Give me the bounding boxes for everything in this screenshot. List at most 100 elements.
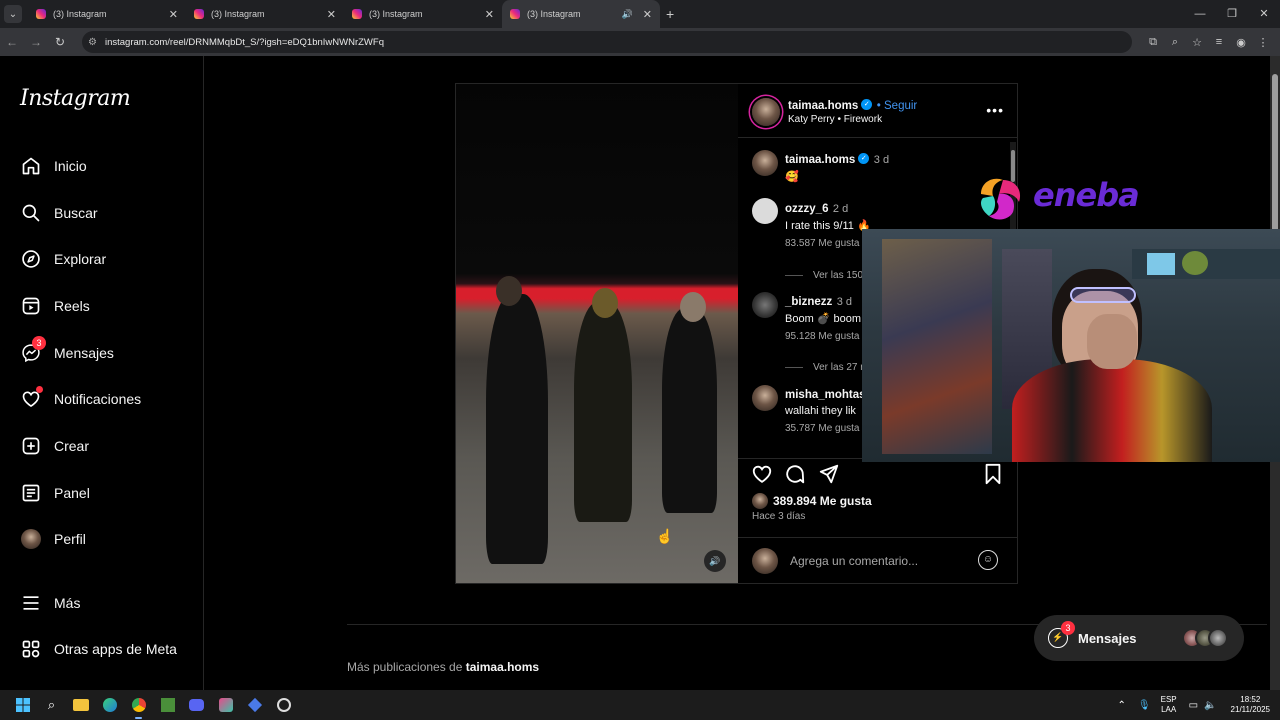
- comment-input[interactable]: Agrega un comentario...: [790, 554, 918, 568]
- close-tab-icon[interactable]: ✕: [169, 8, 178, 21]
- sidebar-item-label: Mensajes: [54, 345, 114, 361]
- volume-icon[interactable]: 🔊: [704, 550, 726, 572]
- close-tab-icon[interactable]: ✕: [643, 8, 652, 21]
- zoom-icon[interactable]: ⌕: [1164, 36, 1186, 49]
- more-posts-prefix: Más publicaciones de: [347, 660, 466, 674]
- start-windows-icon[interactable]: [8, 690, 37, 720]
- audio-track[interactable]: Katy Perry • Firework: [788, 114, 882, 125]
- caption-username[interactable]: taimaa.homs: [785, 154, 855, 166]
- view-replies[interactable]: Ver las 27 r: [785, 362, 864, 373]
- url-field[interactable]: ⚙ instagram.com/reel/DRNMMqbDt_S/?igsh=e…: [82, 31, 1132, 53]
- post-actions: 389.894 Me gusta Hace 3 días Agrega un c…: [738, 458, 1018, 582]
- sidebar-item-reels[interactable]: Reels: [20, 291, 90, 321]
- microphone-icon[interactable]: 🎙: [1138, 700, 1151, 711]
- language-indicator[interactable]: ESP LAA: [1161, 695, 1177, 715]
- profile-icon[interactable]: ◉: [1230, 36, 1252, 49]
- add-comment-bar: Agrega un comentario... ☺: [738, 537, 1018, 583]
- messages-floating-button[interactable]: ⚡ 3 Mensajes: [1034, 615, 1244, 661]
- comment-likes[interactable]: 95.128 Me gusta: [785, 331, 861, 342]
- sidebar-item-mensajes[interactable]: 3 Mensajes: [20, 336, 114, 368]
- more-options-icon[interactable]: •••: [986, 102, 1004, 118]
- search-icon[interactable]: ⌕: [37, 690, 66, 720]
- url-text: instagram.com/reel/DRNMMqbDt_S/?igsh=eDQ…: [104, 36, 384, 48]
- caption-avatar[interactable]: [752, 150, 778, 176]
- comment-likes[interactable]: 35.787 Me gusta: [785, 423, 872, 434]
- sidebar-item-explorar[interactable]: Explorar: [20, 244, 106, 274]
- home-icon: [20, 155, 42, 177]
- browser-tab-3[interactable]: (3) Instagram ✕: [344, 0, 502, 28]
- like-count[interactable]: 389.894 Me gusta: [752, 493, 872, 509]
- close-tab-icon[interactable]: ✕: [327, 8, 336, 21]
- browser-tab-2[interactable]: (3) Instagram ✕: [186, 0, 344, 28]
- save-bookmark-icon[interactable]: [983, 463, 1003, 490]
- reload-icon[interactable]: ↻: [48, 35, 72, 49]
- browser-menu-icon[interactable]: ⋮: [1252, 36, 1274, 49]
- tray-expand-icon[interactable]: ⌃: [1118, 700, 1126, 711]
- audio-playing-icon[interactable]: 🔊: [622, 9, 633, 20]
- person-hand: [1087, 314, 1137, 369]
- sidebar-item-inicio[interactable]: Inicio: [20, 151, 87, 181]
- new-tab-button[interactable]: +: [666, 6, 674, 22]
- media-controls-icon[interactable]: ≡: [1208, 36, 1230, 48]
- discord-icon[interactable]: [182, 690, 211, 720]
- bookmark-star-icon[interactable]: ☆: [1186, 36, 1208, 49]
- sidebar-item-notificaciones[interactable]: Notificaciones: [20, 384, 141, 414]
- follow-button[interactable]: Seguir: [884, 100, 917, 112]
- like-heart-icon[interactable]: [751, 463, 773, 490]
- share-send-icon[interactable]: [818, 463, 840, 490]
- comment-likes[interactable]: 83.587 Me gusta: [785, 238, 871, 249]
- instagram-logo[interactable]: Instagram: [20, 86, 131, 111]
- sidebar-item-buscar[interactable]: Buscar: [20, 198, 98, 228]
- game-launcher-icon[interactable]: [211, 690, 240, 720]
- browser-tab-1[interactable]: (3) Instagram ✕: [28, 0, 186, 28]
- back-icon[interactable]: ←: [0, 35, 24, 49]
- comment-avatar[interactable]: [752, 385, 778, 411]
- comment: _biznezz 3 d Boom 💣 boom 95.128 Me gusta: [785, 292, 861, 342]
- comment-text: Boom 💣 boom: [785, 313, 862, 325]
- eneba-wordmark: eneba: [1033, 176, 1140, 214]
- install-app-icon[interactable]: ⧉: [1142, 36, 1164, 49]
- comment-avatar[interactable]: [752, 198, 778, 224]
- comment-username[interactable]: misha_mohtasc: [785, 389, 872, 401]
- forward-icon[interactable]: →: [24, 35, 48, 49]
- site-info-icon[interactable]: ⚙: [88, 37, 97, 48]
- sidebar-item-crear[interactable]: Crear: [20, 431, 89, 461]
- sidebar-item-perfil[interactable]: Perfil: [20, 524, 86, 554]
- view-replies[interactable]: Ver las 150: [785, 270, 863, 281]
- obs-record-icon[interactable]: [269, 690, 298, 720]
- more-posts-username[interactable]: taimaa.homs: [466, 660, 539, 674]
- network-icon[interactable]: ▭: [1189, 700, 1198, 711]
- sidebar-item-panel[interactable]: Panel: [20, 478, 90, 508]
- mouse-cursor-icon: ☝: [656, 528, 674, 544]
- verified-badge-icon: ✓: [861, 99, 873, 111]
- comment-username[interactable]: ozzzy_6: [785, 203, 828, 215]
- volume-tray-icon[interactable]: 🔈: [1204, 700, 1216, 711]
- restore-icon[interactable]: ❐: [1216, 0, 1248, 28]
- edge-browser-icon[interactable]: [95, 690, 124, 720]
- comment: ozzzy_6 2 d I rate this 9/11 🔥 83.587 Me…: [785, 199, 871, 249]
- comment-avatar[interactable]: [752, 292, 778, 318]
- sidebar-item-otras-apps[interactable]: Otras apps de Meta: [20, 634, 177, 664]
- sidebar: Instagram Inicio Buscar Explorar Reels 3…: [0, 56, 204, 690]
- messages-badge: 3: [32, 336, 46, 350]
- reel-video[interactable]: 🔊 ☝: [456, 84, 738, 583]
- file-explorer-icon[interactable]: [66, 690, 95, 720]
- clock[interactable]: 18:52 21/11/2025: [1231, 695, 1270, 715]
- emoji-icon[interactable]: ☺: [978, 550, 998, 570]
- dashboard-icon: [20, 482, 42, 504]
- app-diamond-icon[interactable]: [240, 690, 269, 720]
- author-avatar[interactable]: [752, 98, 780, 126]
- sidebar-item-mas[interactable]: Más: [20, 588, 80, 618]
- comment-bubble-icon[interactable]: [784, 463, 806, 490]
- close-tab-icon[interactable]: ✕: [485, 8, 494, 21]
- minecraft-icon[interactable]: [153, 690, 182, 720]
- like-count-text: 389.894 Me gusta: [773, 494, 872, 508]
- tab-search-button[interactable]: ⌄: [4, 5, 22, 23]
- comment-username[interactable]: _biznezz: [785, 296, 832, 308]
- chrome-browser-icon[interactable]: [124, 690, 153, 720]
- close-window-icon[interactable]: ✕: [1248, 0, 1280, 28]
- liker-avatar: [752, 493, 768, 509]
- browser-tab-4[interactable]: (3) Instagram 🔊 ✕: [502, 0, 660, 28]
- minimize-icon[interactable]: —: [1184, 0, 1216, 28]
- author-username[interactable]: taimaa.homs: [788, 100, 858, 112]
